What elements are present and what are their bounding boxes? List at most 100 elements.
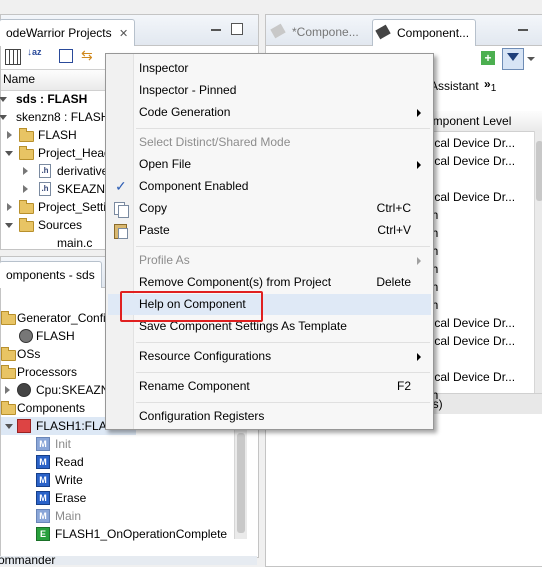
folder-icon — [1, 365, 16, 379]
expand-icon[interactable] — [23, 167, 28, 175]
expand-icon[interactable] — [23, 185, 28, 193]
menu-item-shortcut: Ctrl+C — [376, 201, 411, 215]
expand-icon[interactable] — [7, 131, 12, 139]
menu-item-component-enabled[interactable]: ✓ Component Enabled — [108, 176, 431, 197]
highlight-annotation-box — [120, 291, 263, 322]
vertical-scrollbar[interactable] — [234, 429, 247, 539]
folder-icon — [19, 218, 34, 232]
tree-label: Write — [55, 473, 83, 487]
component-level-label: gical Device Dr... — [425, 316, 516, 330]
folder-icon — [19, 200, 34, 214]
menu-item-label: Open File — [139, 157, 192, 171]
menu-item-shortcut: Ctrl+V — [377, 223, 411, 237]
menu-item-inspector[interactable]: Inspector — [108, 58, 431, 79]
menu-item-inspector-pinned[interactable]: Inspector - Pinned — [108, 80, 431, 101]
minimize-icon[interactable] — [211, 29, 221, 31]
tree-label: Processors — [17, 365, 78, 379]
menu-item-label: Copy — [139, 201, 168, 215]
tree-label: OSs — [17, 347, 41, 361]
commander-tab-label: ommander — [0, 556, 56, 565]
chevron-right-icon — [417, 257, 421, 265]
menu-item-shortcut: F2 — [396, 379, 411, 393]
scrollbar-thumb[interactable] — [536, 141, 542, 201]
filter-icon[interactable] — [502, 48, 524, 70]
component-level-label: gical Device Dr... — [425, 154, 516, 168]
menu-item-paste[interactable]: Paste Ctrl+V — [108, 220, 431, 241]
dropdown-arrow-icon[interactable] — [527, 57, 535, 61]
vertical-scrollbar[interactable] — [534, 131, 542, 393]
chip-icon — [375, 24, 391, 40]
menu-item-label: Configuration Registers — [139, 409, 265, 423]
folder-icon — [19, 146, 34, 160]
commander-tab[interactable]: ommander — [0, 556, 257, 565]
menu-item-copy[interactable]: Copy Ctrl+C — [108, 198, 431, 219]
tab-component-inspector[interactable]: Component... — [372, 19, 477, 46]
link-editor-icon[interactable]: ⇆ — [81, 47, 93, 64]
menu-item-configuration-registers[interactable]: Configuration Registers — [108, 406, 431, 427]
chevron-right-icon — [417, 161, 421, 169]
menu-item-label: Profile As — [139, 253, 190, 267]
tree-label: FLASH — [36, 329, 75, 343]
tab-label: odeWarrior Projects — [6, 26, 112, 40]
grid-view-icon[interactable] — [5, 49, 21, 65]
menu-item-label: Resource Configurations — [139, 349, 272, 363]
tree-label: derivative — [57, 164, 109, 178]
menu-item-rename-component[interactable]: Rename Component F2 — [108, 376, 431, 397]
folder-icon — [1, 347, 16, 361]
minimize-icon[interactable] — [518, 29, 528, 31]
add-icon[interactable]: + — [481, 51, 495, 65]
tree-label: main.c — [57, 236, 93, 248]
overflow-chevron-icon: » — [484, 77, 491, 91]
header-file-icon: .h — [39, 182, 51, 196]
expand-icon[interactable] — [7, 203, 12, 211]
scrollbar-thumb[interactable] — [237, 433, 245, 533]
component-level-label: gical Device Dr... — [425, 334, 516, 348]
chip-icon — [17, 419, 31, 433]
expand-icon[interactable] — [5, 223, 13, 228]
tab-component-editor[interactable]: *Compone... — [268, 19, 365, 45]
tree-label: Erase — [55, 491, 87, 505]
menu-item-remove-component[interactable]: Remove Component(s) from Project Delete — [108, 272, 431, 293]
menu-item-open-file[interactable]: Open File — [108, 154, 431, 175]
menu-separator — [136, 342, 430, 343]
tree-label: skenzn8 : FLASH — [16, 110, 110, 124]
tab-codewarrior-projects[interactable]: odeWarrior Projects ✕ — [0, 19, 136, 46]
menu-item-label: Select Distinct/Shared Mode — [139, 135, 291, 149]
menu-item-label: Paste — [139, 223, 170, 237]
check-icon: ✓ — [115, 178, 127, 194]
menu-item-code-generation[interactable]: Code Generation — [108, 102, 431, 123]
expand-icon[interactable] — [5, 386, 10, 394]
menu-item-profile-as[interactable]: Profile As — [108, 250, 431, 271]
method-icon: M — [36, 437, 50, 451]
menu-separator — [136, 402, 430, 403]
event-icon: E — [36, 527, 50, 541]
expand-icon[interactable] — [0, 115, 7, 120]
chevron-right-icon — [417, 109, 421, 117]
component-level-label: gical Device Dr... — [425, 370, 516, 384]
sort-az-icon[interactable]: ↓az — [27, 47, 42, 58]
overflow-count: 1 — [490, 83, 497, 94]
tree-label: Cpu:SKEAZN — [36, 383, 110, 397]
expand-icon[interactable] — [5, 151, 13, 156]
tree-label: FLASH1_OnOperationComplete — [55, 527, 228, 541]
menu-item-select-distinct-shared-mode[interactable]: Select Distinct/Shared Mode — [108, 132, 431, 153]
maximize-icon[interactable] — [231, 23, 243, 35]
method-icon: M — [36, 491, 50, 505]
menu-item-label: Component Enabled — [139, 179, 249, 193]
tab-components[interactable]: omponents - sds — [0, 261, 102, 288]
method-icon: M — [36, 473, 50, 487]
tree-label: Project_Setti — [38, 200, 107, 214]
subtab-assistant[interactable]: Assistant — [430, 75, 479, 97]
expand-icon[interactable] — [0, 97, 7, 102]
expand-icon[interactable] — [5, 424, 13, 429]
close-icon[interactable]: ✕ — [119, 28, 128, 40]
menu-item-label: Code Generation — [139, 105, 231, 119]
component-level-label: gical Device Dr... — [425, 190, 516, 204]
collapse-all-icon[interactable] — [59, 49, 73, 63]
menu-item-resource-configurations[interactable]: Resource Configurations — [108, 346, 431, 367]
menu-item-label: Inspector — [139, 61, 189, 75]
tree-label: FLASH — [38, 128, 77, 142]
menu-item-shortcut: Delete — [376, 275, 411, 289]
subtab-overflow[interactable]: »1 — [484, 75, 496, 97]
tree-label: Components — [17, 401, 86, 415]
